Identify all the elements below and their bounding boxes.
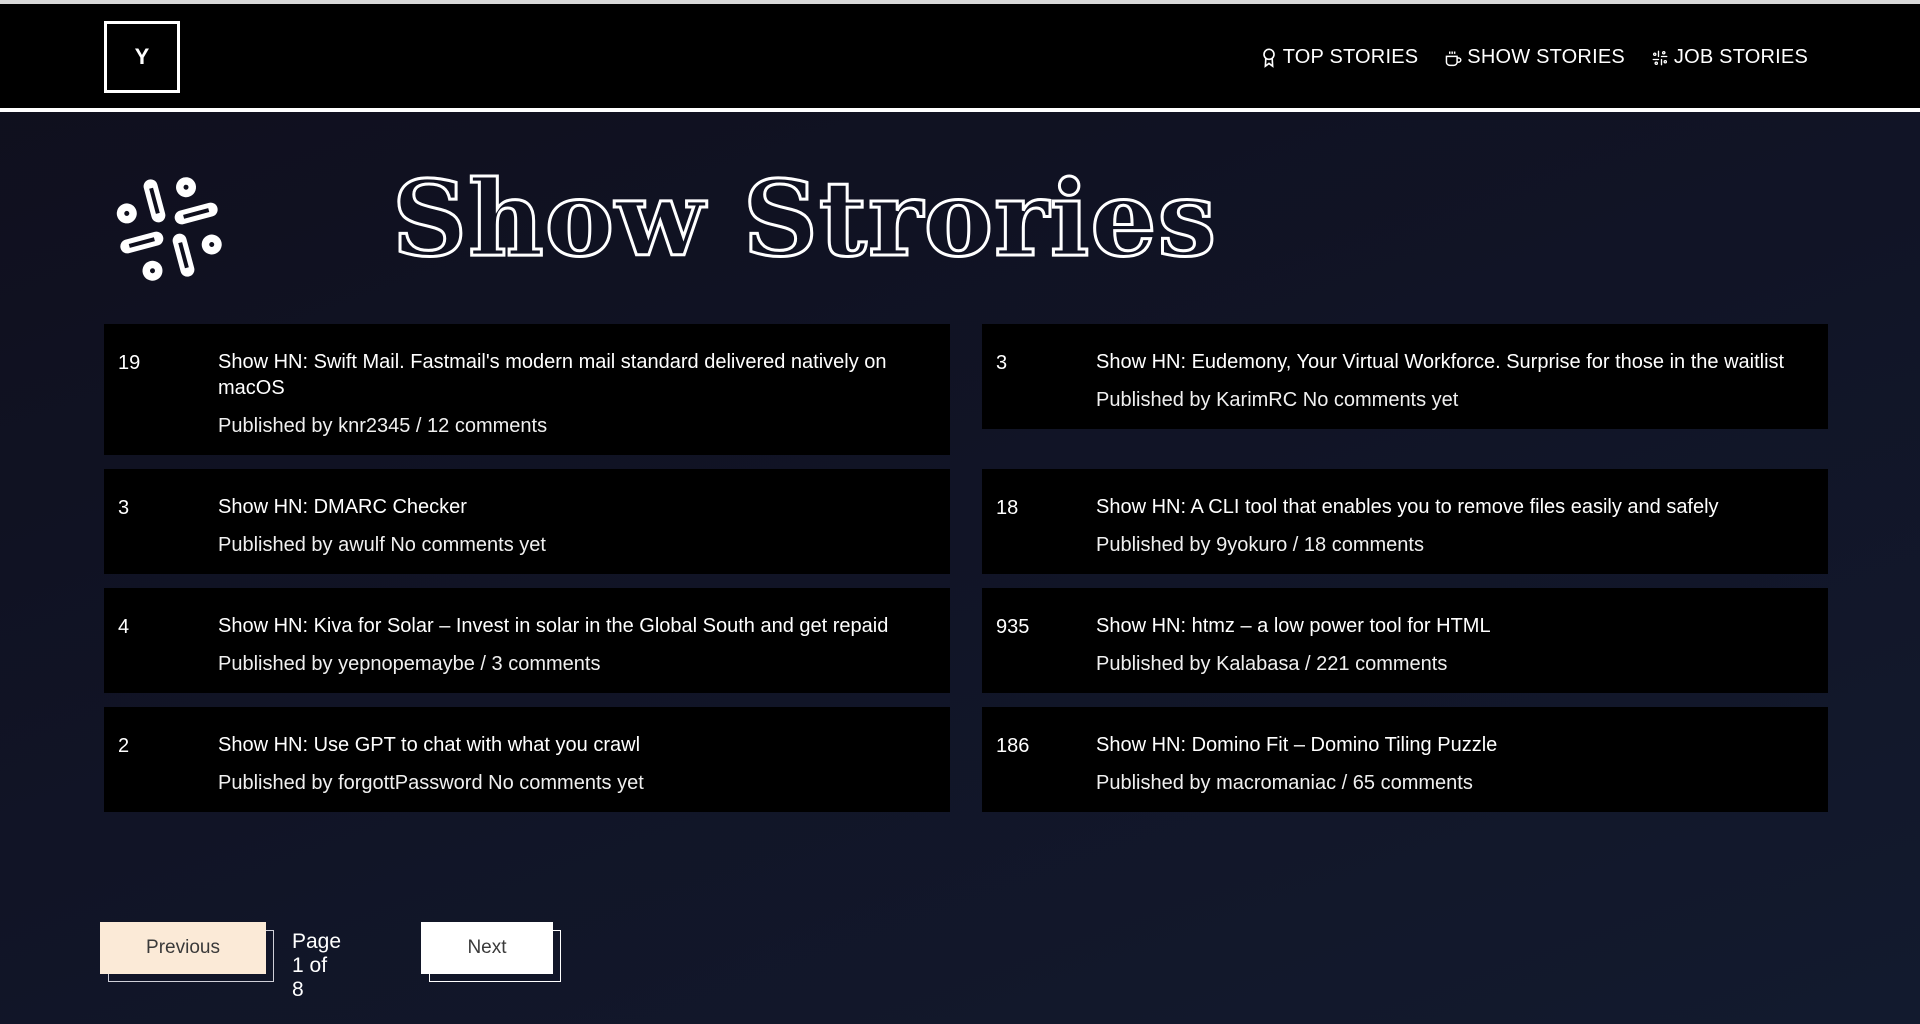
- story-card[interactable]: 3 Show HN: Eudemony, Your Virtual Workfo…: [982, 324, 1828, 429]
- story-meta: Published by awulf No comments yet: [218, 534, 546, 556]
- story-score: 3: [996, 352, 1008, 374]
- story-title[interactable]: Show HN: Swift Mail. Fastmail's modern m…: [218, 349, 936, 401]
- story-card[interactable]: 19 Show HN: Swift Mail. Fastmail's moder…: [104, 324, 950, 455]
- logo[interactable]: Y: [104, 21, 180, 93]
- next-button[interactable]: Next: [421, 922, 553, 974]
- page-indicator: Page 1 of 8: [292, 930, 342, 1001]
- story-meta: Published by knr2345 / 12 comments: [218, 415, 548, 437]
- story-title[interactable]: Show HN: Eudemony, Your Virtual Workforc…: [1096, 349, 1814, 375]
- story-score: 18: [996, 497, 1019, 519]
- story-score: 3: [118, 497, 130, 519]
- story-title[interactable]: Show HN: Use GPT to chat with what you c…: [218, 732, 936, 758]
- story-card[interactable]: 2 Show HN: Use GPT to chat with what you…: [104, 707, 950, 812]
- nav-job-stories[interactable]: JOB STORIES: [1651, 46, 1808, 69]
- story-card[interactable]: 18 Show HN: A CLI tool that enables you …: [982, 469, 1828, 574]
- header: Y TOP STORIES SHOW STORIES JOB STORIES: [0, 4, 1920, 112]
- story-meta: Published by 9yokuro / 18 comments: [1096, 534, 1424, 556]
- story-card[interactable]: 935 Show HN: htmz – a low power tool for…: [982, 588, 1828, 693]
- story-meta: Published by Kalabasa / 221 comments: [1096, 653, 1448, 675]
- page-title: Show Strories: [390, 157, 1218, 280]
- logo-text: Y: [134, 44, 150, 69]
- slack-icon: [1652, 50, 1668, 65]
- story-title[interactable]: Show HN: Domino Fit – Domino Tiling Puzz…: [1096, 732, 1814, 758]
- slack-icon: [116, 177, 222, 281]
- story-score: 4: [118, 616, 130, 638]
- nav-show-stories[interactable]: SHOW STORIES: [1444, 46, 1625, 69]
- nav-label: JOB STORIES: [1673, 46, 1808, 68]
- award-icon: [1262, 48, 1275, 68]
- story-meta: Published by macromaniac / 65 comments: [1096, 772, 1473, 794]
- story-title[interactable]: Show HN: A CLI tool that enables you to …: [1096, 494, 1814, 520]
- story-title[interactable]: Show HN: htmz – a low power tool for HTM…: [1096, 613, 1814, 639]
- story-card[interactable]: 186 Show HN: Domino Fit – Domino Tiling …: [982, 707, 1828, 812]
- coffee-cup-icon: [1446, 50, 1462, 66]
- nav-label: TOP STORIES: [1282, 46, 1419, 68]
- story-title[interactable]: Show HN: DMARC Checker: [218, 494, 936, 520]
- story-card[interactable]: 3 Show HN: DMARC Checker Published by aw…: [104, 469, 950, 574]
- story-meta: Published by KarimRC No comments yet: [1096, 389, 1459, 411]
- story-score: 186: [996, 735, 1030, 757]
- story-meta: Published by forgottPassword No comments…: [218, 772, 644, 794]
- nav-top-stories[interactable]: TOP STORIES: [1260, 46, 1419, 69]
- story-meta: Published by yepnopemaybe / 3 comments: [218, 653, 601, 675]
- story-title[interactable]: Show HN: Kiva for Solar – Invest in sola…: [218, 613, 936, 639]
- previous-button[interactable]: Previous: [100, 922, 266, 974]
- story-score: 2: [118, 735, 130, 757]
- story-score: 935: [996, 616, 1030, 638]
- main-nav: TOP STORIES SHOW STORIES JOB STORIES: [1260, 46, 1808, 69]
- story-card[interactable]: 4 Show HN: Kiva for Solar – Invest in so…: [104, 588, 950, 693]
- story-grid: 19 Show HN: Swift Mail. Fastmail's moder…: [104, 324, 1828, 812]
- nav-label: SHOW STORIES: [1467, 46, 1625, 68]
- story-score: 19: [118, 352, 141, 374]
